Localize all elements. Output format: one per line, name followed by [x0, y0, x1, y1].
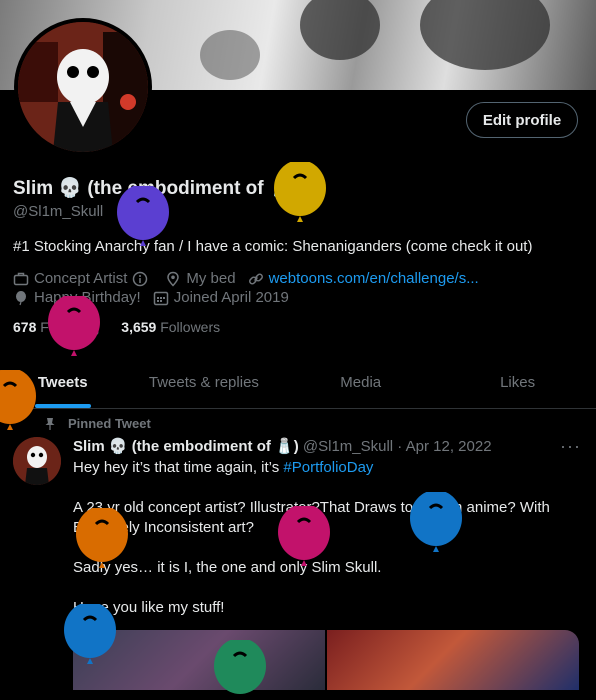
- tweet-avatar[interactable]: [13, 437, 61, 485]
- category-text: Concept Artist: [34, 270, 128, 287]
- pinned-indicator: Pinned Tweet: [44, 416, 151, 431]
- info-icon[interactable]: [132, 271, 148, 287]
- briefcase-icon: [13, 271, 29, 287]
- tab-label: Media: [340, 373, 382, 391]
- balloon-decoration: [117, 186, 169, 246]
- balloon-decoration: [76, 508, 128, 568]
- more-options-icon[interactable]: ···: [560, 436, 581, 457]
- tweet-text: Hey hey it’s that time again, it’s: [73, 459, 284, 476]
- profile-bio: #1 Stocking Anarchy fan / I have a comic…: [13, 238, 533, 255]
- profile-handle: @Sl1m_Skull: [13, 203, 104, 220]
- edit-profile-button[interactable]: Edit profile: [466, 102, 578, 138]
- tweet-handle-date[interactable]: @Sl1m_Skull · Apr 12, 2022: [303, 438, 492, 455]
- joined-text: Joined April 2019: [173, 289, 289, 306]
- tab-label: Likes: [500, 373, 536, 391]
- location-text: My bed: [186, 270, 236, 287]
- pin-icon: [44, 417, 56, 431]
- profile-avatar[interactable]: [14, 18, 152, 156]
- hashtag-link[interactable]: #PortfolioDay: [283, 459, 373, 476]
- profile-tabs: Tweets Tweets & replies Media Likes: [0, 356, 596, 409]
- category-item: Concept Artist: [13, 270, 153, 287]
- location-item: My bed: [165, 270, 236, 287]
- balloon-decoration: [410, 492, 462, 552]
- tab-likes[interactable]: Likes: [439, 356, 596, 408]
- active-tab-indicator: [34, 404, 91, 408]
- balloon-decoration: [274, 162, 326, 222]
- balloon-decoration: [214, 640, 266, 694]
- website-link[interactable]: webtoons.com/en/challenge/s...: [269, 270, 479, 287]
- followers-label: Followers: [160, 319, 221, 335]
- calendar-icon: [153, 290, 169, 306]
- website-item[interactable]: webtoons.com/en/challenge/s...: [248, 270, 479, 287]
- tweet-header: Slim 💀 (the embodiment of 🧂) @Sl1m_Skull…: [73, 437, 492, 455]
- balloon-decoration: [48, 296, 100, 356]
- balloon-icon: [13, 290, 29, 306]
- tweet-media-image-2[interactable]: [327, 630, 579, 690]
- tab-tweets-replies[interactable]: Tweets & replies: [125, 356, 282, 408]
- followers-link[interactable]: 3,659 Followers: [121, 319, 220, 335]
- balloon-decoration: [278, 506, 330, 566]
- following-count: 678: [13, 319, 37, 335]
- tab-label: Tweets & replies: [148, 373, 259, 391]
- followers-count: 3,659: [121, 319, 157, 335]
- balloon-decoration: [0, 370, 36, 430]
- profile-meta-row-1: Concept Artist My bed webtoons.com/en/ch…: [13, 270, 491, 287]
- tab-media[interactable]: Media: [282, 356, 439, 408]
- pinned-label: Pinned Tweet: [68, 416, 151, 431]
- joined-item: Joined April 2019: [153, 289, 289, 306]
- link-icon: [248, 271, 264, 287]
- location-pin-icon: [165, 271, 181, 287]
- follow-counts: 678 Following 3,659 Followers: [13, 319, 220, 335]
- tab-label: Tweets: [37, 373, 88, 391]
- balloon-decoration: [64, 604, 116, 664]
- tweet-line-1: Hey hey it’s that time again, it’s #Port…: [73, 459, 373, 476]
- tweet-author-name[interactable]: Slim 💀 (the embodiment of 🧂): [73, 438, 299, 455]
